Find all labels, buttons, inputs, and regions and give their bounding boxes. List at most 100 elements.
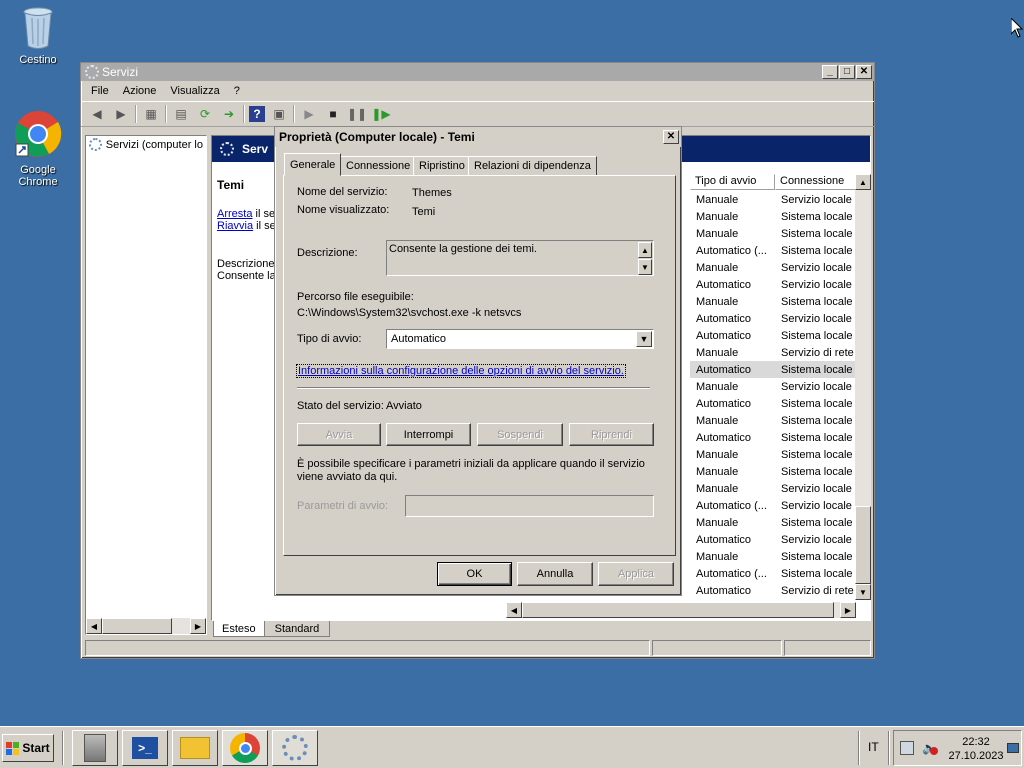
table-row[interactable]: Automatico (... Sistema locale	[690, 565, 856, 582]
stop-icon[interactable]: ■	[323, 104, 343, 124]
table-row[interactable]: Automatico (... Sistema locale	[690, 242, 856, 259]
detail-area: Temi Arresta il se Riavvia il se Descriz…	[217, 178, 278, 282]
tab-extended[interactable]: Esteso	[213, 621, 265, 637]
menu-action[interactable]: Azione	[117, 83, 163, 99]
list-hscrollbar[interactable]: ◀ ▶	[506, 602, 856, 618]
table-row[interactable]: Manuale Sistema locale	[690, 446, 856, 463]
table-row[interactable]: Automatico Servizio di rete	[690, 582, 856, 599]
cell-connection: Sistema locale	[781, 397, 853, 410]
volume-muted-icon[interactable]: 🔈	[922, 741, 938, 755]
properties-icon[interactable]: ▤	[171, 104, 191, 124]
table-row[interactable]: Manuale Sistema locale	[690, 412, 856, 429]
taskbar-powershell[interactable]: >_	[122, 730, 168, 766]
table-row[interactable]: Manuale Sistema locale	[690, 208, 856, 225]
cell-startup-type: Automatico (...	[696, 499, 767, 512]
cell-connection: Sistema locale	[781, 516, 853, 529]
table-row[interactable]: Automatico Servizio locale	[690, 310, 856, 327]
services-list: Manuale Servizio locale Manuale Sistema loc…	[690, 191, 856, 599]
cell-startup-type: Automatico	[696, 431, 752, 444]
restart-service-link[interactable]: Riavvia	[217, 220, 253, 232]
table-row[interactable]: Manuale Sistema locale	[690, 463, 856, 480]
network-icon[interactable]	[900, 741, 914, 755]
table-row[interactable]: Manuale Sistema locale	[690, 514, 856, 531]
recycle-bin-label: Cestino	[19, 54, 57, 66]
window-title: Servizi	[102, 65, 139, 79]
close-button[interactable]: ✕	[856, 65, 872, 79]
restart-icon[interactable]: ❚▶	[371, 104, 391, 124]
cell-startup-type: Automatico	[696, 363, 752, 376]
cell-startup-type: Automatico	[696, 584, 752, 597]
cell-startup-type: Automatico (...	[696, 567, 767, 580]
list-header: Tipo di avvio Connessione	[690, 174, 856, 190]
services-titlebar[interactable]: Servizi _ □ ✕	[81, 63, 874, 81]
play-icon[interactable]: ▶	[299, 104, 319, 124]
taskbar: Start >_ IT 🔈 22:32 27.10.2023	[0, 726, 1024, 768]
console-icon[interactable]: ▣	[269, 104, 289, 124]
cell-connection: Servizio locale	[781, 380, 852, 393]
header-title: Serv	[242, 142, 269, 156]
tab-standard[interactable]: Standard	[264, 621, 331, 637]
table-row[interactable]: Manuale Servizio locale	[690, 191, 856, 208]
menu-view[interactable]: Visualizza	[164, 83, 225, 99]
col-connection[interactable]: Connessione	[775, 174, 856, 190]
language-indicator[interactable]: IT	[868, 740, 879, 754]
chrome-label: Google Chrome	[18, 164, 58, 188]
cell-startup-type: Automatico (...	[696, 244, 767, 257]
table-row[interactable]: Manuale Servizio locale	[690, 480, 856, 497]
table-row[interactable]: Automatico Sistema locale	[690, 395, 856, 412]
table-row[interactable]: Manuale Sistema locale	[690, 293, 856, 310]
cell-connection: Servizio di rete	[781, 584, 854, 597]
cell-connection: Sistema locale	[781, 244, 853, 257]
cell-connection: Sistema locale	[781, 431, 853, 444]
table-row[interactable]: Automatico Sistema locale	[690, 429, 856, 446]
stop-service-link[interactable]: Arresta	[217, 208, 252, 220]
table-row[interactable]: Manuale Servizio di rete	[690, 344, 856, 361]
minimize-button[interactable]: _	[822, 65, 838, 79]
taskbar-server-manager[interactable]	[72, 730, 118, 766]
chrome-icon	[13, 108, 63, 160]
cell-startup-type: Manuale	[696, 550, 739, 563]
back-arrow-icon[interactable]: ◀	[87, 104, 107, 124]
taskbar-services[interactable]	[272, 730, 318, 766]
dialog-close-button[interactable]: ✕	[663, 130, 679, 144]
system-tray: 🔈 22:32 27.10.2023	[893, 730, 1022, 766]
cell-startup-type: Automatico	[696, 312, 752, 325]
table-row[interactable]: Manuale Sistema locale	[690, 225, 856, 242]
table-row[interactable]: Automatico (... Servizio locale	[690, 497, 856, 514]
menu-file[interactable]: File	[85, 83, 115, 99]
dialog-titlebar[interactable]: Proprietà (Computer locale) - Temi ✕	[275, 127, 681, 147]
gear-icon	[89, 138, 102, 151]
chrome-shortcut[interactable]: Google Chrome	[0, 108, 76, 188]
menu-help[interactable]: ?	[228, 83, 246, 99]
cell-startup-type: Manuale	[696, 414, 739, 427]
table-row[interactable]: Automatico Sistema locale	[690, 361, 856, 378]
forward-arrow-icon[interactable]: ▶	[111, 104, 131, 124]
recycle-bin-shortcut[interactable]: Cestino	[0, 6, 76, 66]
clock[interactable]: 22:32 27.10.2023	[946, 735, 1006, 763]
start-button[interactable]: Start	[2, 734, 54, 762]
taskbar-explorer[interactable]	[172, 730, 218, 766]
help-icon[interactable]: ?	[249, 106, 265, 122]
start-label: Start	[22, 741, 50, 755]
taskbar-chrome[interactable]	[222, 730, 268, 766]
col-startup-type[interactable]: Tipo di avvio	[690, 174, 775, 190]
table-row[interactable]: Manuale Servizio locale	[690, 259, 856, 276]
pause-icon[interactable]: ❚❚	[347, 104, 367, 124]
table-row[interactable]: Automatico Servizio locale	[690, 531, 856, 548]
tree-hscrollbar[interactable]: ◀ ▶	[86, 618, 206, 634]
maximize-button[interactable]: □	[839, 65, 855, 79]
refresh-icon[interactable]: ⟳	[195, 104, 215, 124]
list-vscrollbar[interactable]: ▲ ▼	[855, 174, 871, 600]
table-row[interactable]: Manuale Sistema locale	[690, 548, 856, 565]
cell-connection: Sistema locale	[781, 363, 853, 376]
menubar: File Azione Visualizza ?	[81, 81, 874, 101]
table-row[interactable]: Automatico Sistema locale	[690, 327, 856, 344]
cell-connection: Servizio locale	[781, 278, 852, 291]
cell-connection: Servizio locale	[781, 482, 852, 495]
table-row[interactable]: Automatico Servizio locale	[690, 276, 856, 293]
show-tree-icon[interactable]: ▦	[141, 104, 161, 124]
export-icon[interactable]: ➔	[219, 104, 239, 124]
tree-item-services[interactable]: Servizi (computer lo	[86, 136, 206, 153]
show-desktop-icon[interactable]	[1007, 743, 1019, 753]
table-row[interactable]: Manuale Servizio locale	[690, 378, 856, 395]
